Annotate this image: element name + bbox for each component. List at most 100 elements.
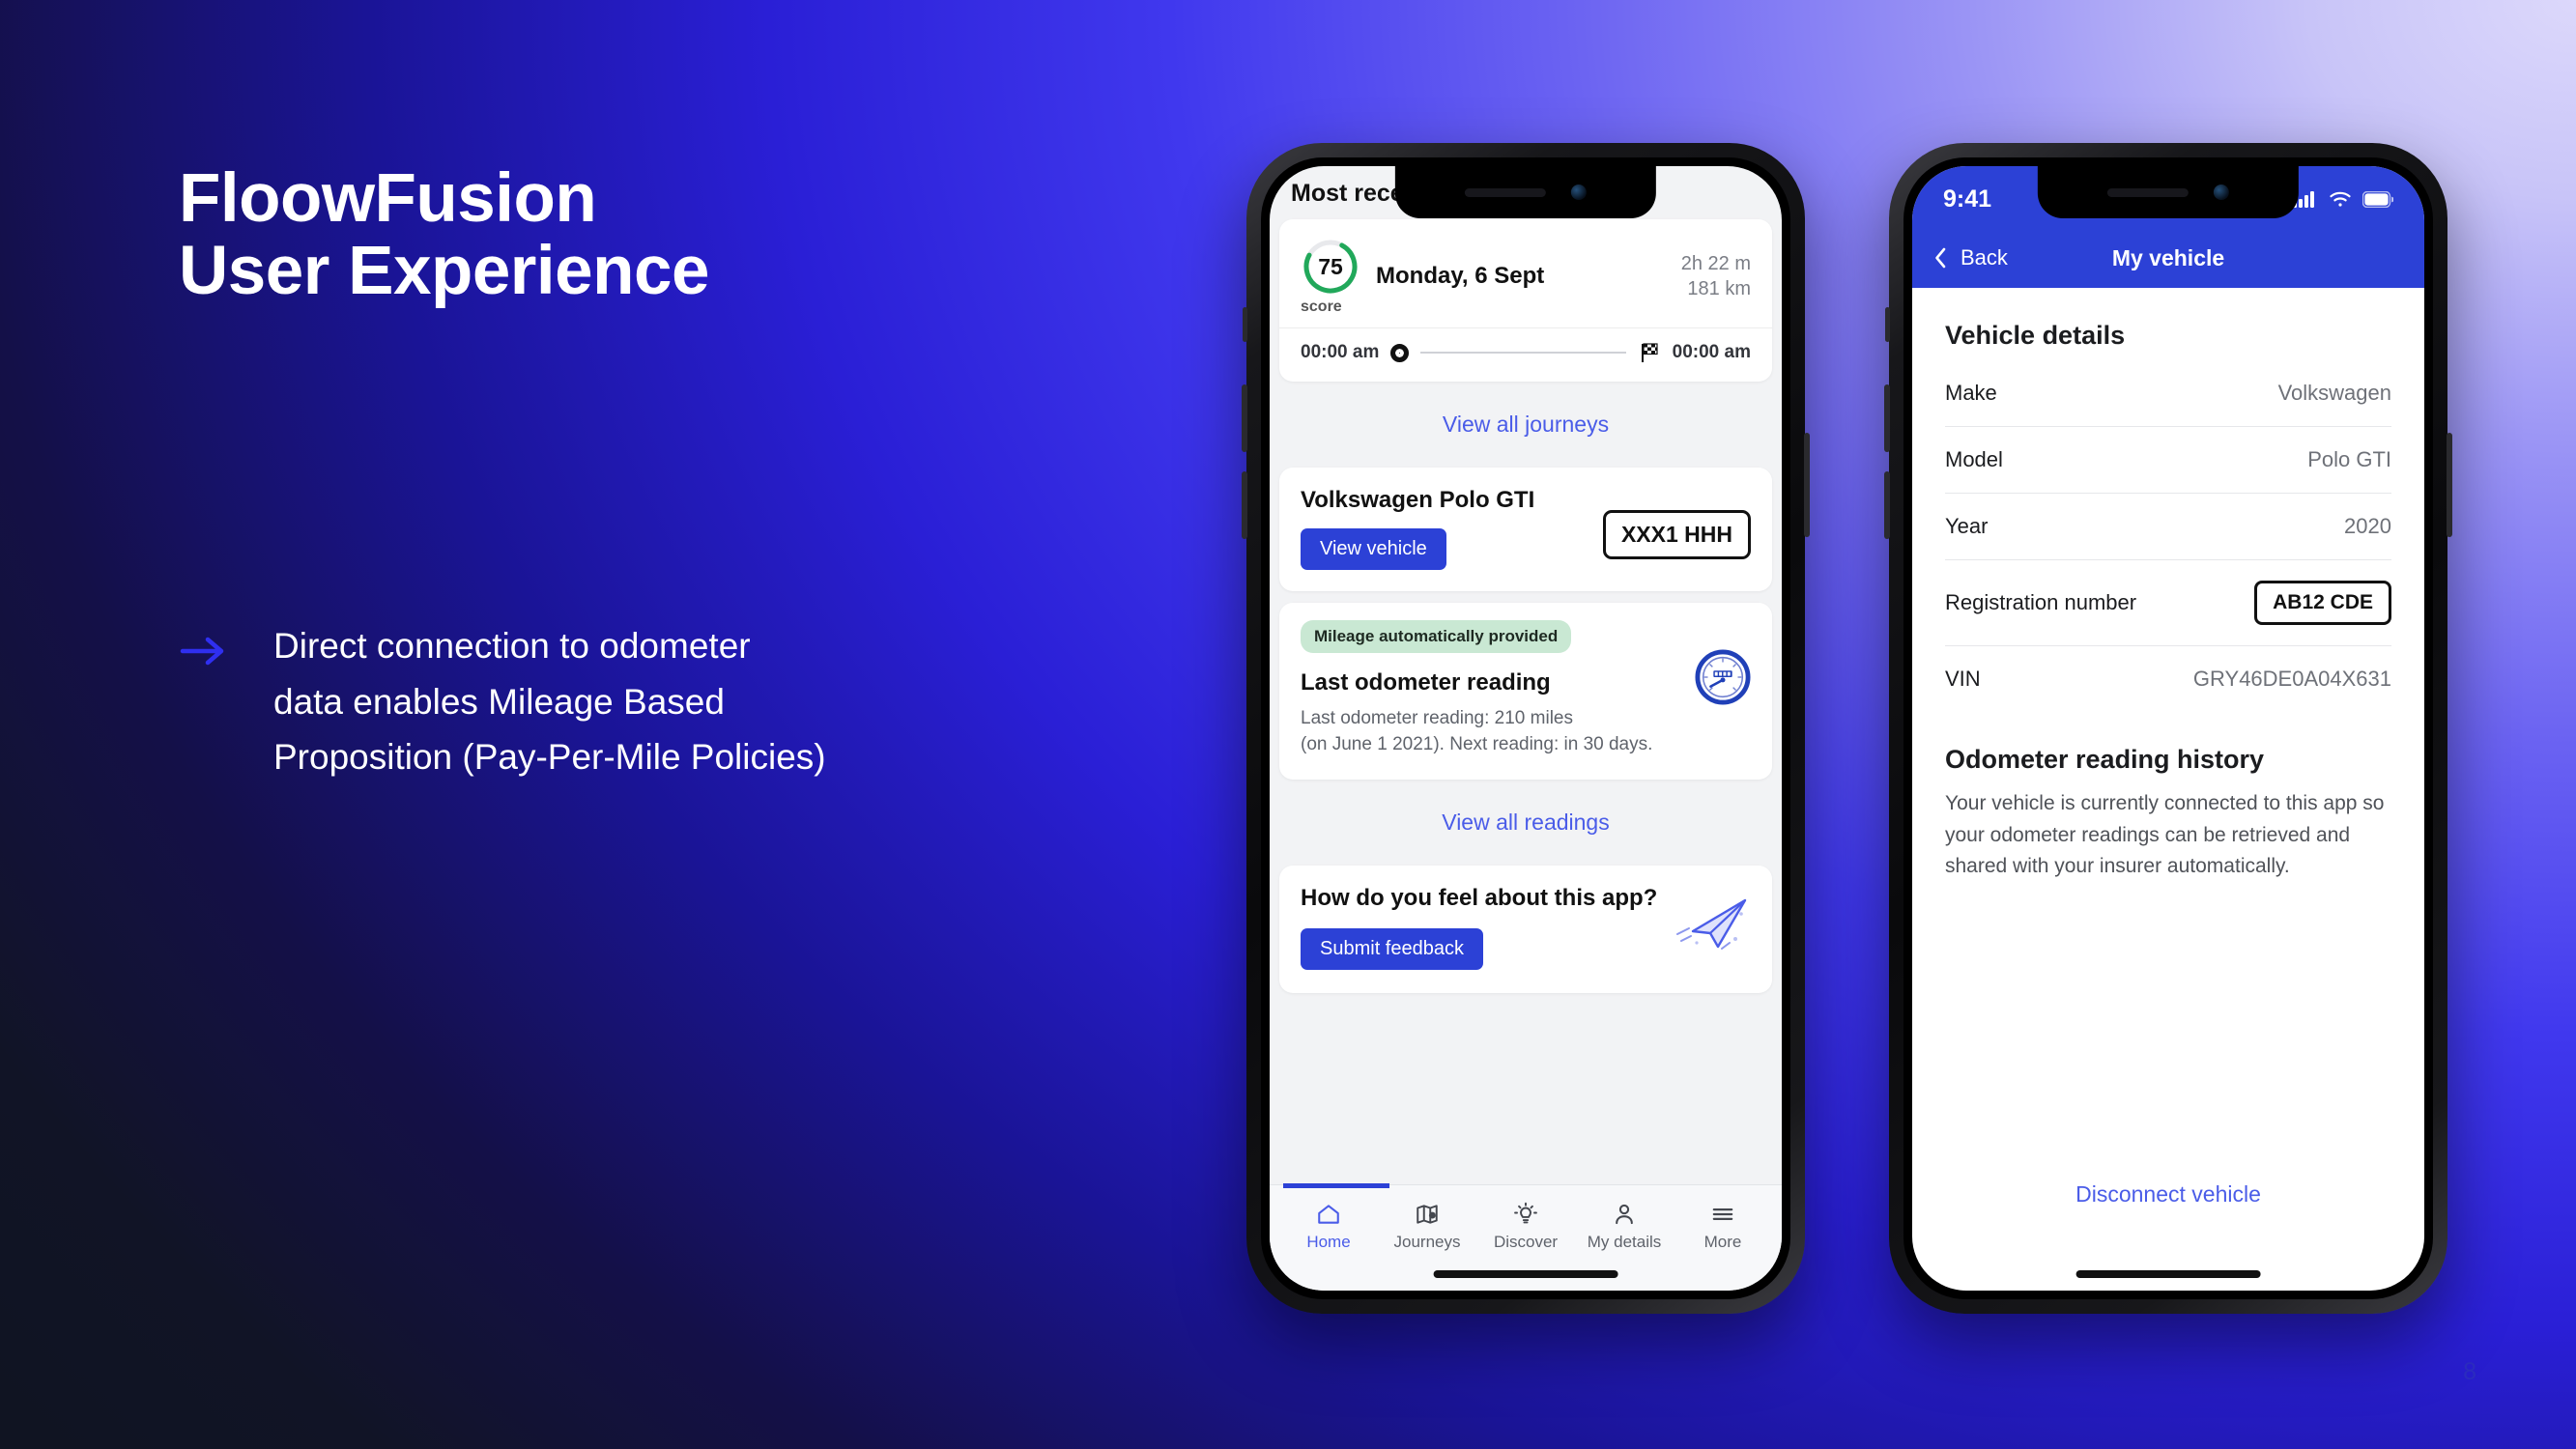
detail-row: Registration number AB12 CDE	[1945, 560, 2391, 646]
bullet-point: Direct connection to odometer data enabl…	[179, 618, 826, 785]
home-icon	[1279, 1199, 1378, 1230]
chevron-left-icon	[1935, 247, 1946, 269]
journey-distance: 181 km	[1687, 278, 1751, 299]
detail-value: Volkswagen	[2277, 381, 2391, 405]
notch	[2037, 166, 2300, 218]
tab-label-more: More	[1703, 1233, 1742, 1251]
tab-my-details[interactable]: My details	[1575, 1199, 1674, 1252]
vehicle-card: Volkswagen Polo GTI View vehicle XXX1 HH…	[1279, 468, 1772, 591]
section-title-odometer-history: Odometer reading history	[1945, 745, 2265, 774]
paper-plane-icon	[1676, 898, 1747, 950]
home-scroll-area[interactable]: Most recent journey 75 sc	[1270, 166, 1782, 1184]
status-bar-icons	[2293, 190, 2393, 208]
detail-label: Registration number	[1945, 590, 2137, 614]
battery-icon	[2362, 190, 2393, 208]
home-indicator[interactable]	[2075, 1270, 2261, 1278]
odometer-gauge-icon	[1695, 649, 1751, 705]
score-label: score	[1301, 298, 1342, 315]
earpiece-speaker	[2106, 187, 2189, 197]
view-vehicle-button[interactable]: View vehicle	[1301, 528, 1446, 570]
vehicle-details-body: Vehicle details Make Volkswagen Model Polo …	[1912, 288, 2424, 1291]
detail-value: Polo GTI	[2307, 447, 2391, 471]
front-camera-icon	[2213, 185, 2229, 200]
volume-down-button[interactable]	[1242, 471, 1247, 539]
journey-progress-line	[1420, 352, 1626, 354]
vehicle-name: Volkswagen Polo GTI	[1301, 487, 1535, 513]
wifi-icon	[2330, 191, 2351, 207]
odometer-detail: Last odometer reading: 210 miles (on Jun…	[1301, 708, 1653, 754]
tab-discover[interactable]: Discover	[1476, 1199, 1575, 1252]
vehicle-plate: XXX1 HHH	[1602, 510, 1751, 559]
mileage-badge: Mileage automatically provided	[1301, 620, 1572, 653]
section-title-vehicle-details: Vehicle details	[1945, 321, 2126, 350]
detail-label: Make	[1945, 381, 1997, 405]
home-screen: Most recent journey 75 sc	[1270, 166, 1782, 1291]
phone-mockup-vehicle: 9:41 Back My vehicle Vehicle details Mak…	[1884, 143, 2452, 1314]
journey-summary: 75 score Monday, 6 Sept 2h 22 m 181 km	[1279, 219, 1772, 327]
phone-bezel: Most recent journey 75 sc	[1261, 157, 1790, 1299]
arrow-right-icon	[180, 637, 224, 666]
view-all-journeys-link[interactable]: View all journeys	[1270, 393, 1782, 456]
volume-up-button[interactable]	[1884, 384, 1890, 452]
nav-bar: Back My vehicle	[1912, 228, 2424, 288]
page-title: FloowFusion User Experience	[179, 160, 710, 310]
tab-label-my-details: My details	[1587, 1233, 1662, 1251]
front-camera-icon	[1570, 185, 1587, 200]
status-bar-time: 9:41	[1943, 185, 1992, 213]
journey-stats: 2h 22 m 181 km	[1681, 251, 1751, 302]
my-vehicle-screen: 9:41 Back My vehicle Vehicle details Mak…	[1912, 166, 2424, 1291]
journey-start-marker-icon	[1390, 343, 1410, 362]
person-icon	[1575, 1199, 1674, 1230]
silent-switch[interactable]	[1885, 307, 1890, 342]
earpiece-speaker	[1464, 187, 1546, 197]
phone-mockup-home: Most recent journey 75 sc	[1242, 143, 1810, 1314]
vehicle-details-list: Make Volkswagen Model Polo GTI Year 2020 Regis…	[1945, 360, 2391, 712]
view-all-readings-link[interactable]: View all readings	[1270, 791, 1782, 854]
odometer-title: Last odometer reading	[1301, 669, 1551, 696]
lightbulb-icon	[1476, 1199, 1575, 1230]
power-button[interactable]	[1804, 433, 1810, 537]
submit-feedback-button[interactable]: Submit feedback	[1301, 927, 1483, 970]
map-pin-icon	[1378, 1199, 1476, 1230]
back-button[interactable]: Back	[1933, 245, 2008, 270]
detail-label: Year	[1945, 514, 1989, 538]
active-tab-indicator	[1283, 1183, 1389, 1188]
hamburger-icon	[1674, 1199, 1772, 1230]
tab-journeys[interactable]: Journeys	[1378, 1199, 1476, 1252]
tab-label-discover: Discover	[1493, 1233, 1559, 1251]
bullet-text: Direct connection to odometer data enabl…	[273, 626, 826, 778]
odometer-history-text: Your vehicle is currently connected to t…	[1945, 792, 2385, 878]
journey-start-time: 00:00 am	[1301, 342, 1380, 362]
journey-end-time: 00:00 am	[1672, 342, 1751, 362]
volume-up-button[interactable]	[1242, 384, 1247, 452]
detail-row: Model Polo GTI	[1945, 427, 2391, 494]
detail-plate: AB12 CDE	[2254, 581, 2391, 625]
detail-row: Year 2020	[1945, 494, 2391, 560]
journey-date: Monday, 6 Sept	[1376, 263, 1545, 289]
journey-timeline: 00:00 am 00:00 am	[1279, 327, 1772, 382]
phone-bezel: 9:41 Back My vehicle Vehicle details Mak…	[1903, 157, 2433, 1299]
vehicle-info: Volkswagen Polo GTI View vehicle	[1301, 487, 1603, 570]
home-indicator[interactable]	[1433, 1270, 1618, 1278]
back-label: Back	[1961, 245, 2008, 270]
notch	[1394, 166, 1657, 218]
feedback-card: How do you feel about this app? Submit f…	[1279, 865, 1772, 993]
detail-row: Make Volkswagen	[1945, 360, 2391, 427]
recent-journey-card[interactable]: 75 score Monday, 6 Sept 2h 22 m 181 km 0…	[1279, 219, 1772, 382]
journey-duration: 2h 22 m	[1680, 252, 1751, 274]
detail-label: VIN	[1945, 667, 1981, 691]
tab-label-home: Home	[1306, 1233, 1351, 1251]
volume-down-button[interactable]	[1884, 471, 1890, 539]
detail-row: VIN GRY46DE0A04X631	[1945, 646, 2391, 712]
tab-more[interactable]: More	[1674, 1199, 1772, 1252]
power-button[interactable]	[2447, 433, 2452, 537]
detail-label: Model	[1945, 447, 2003, 471]
silent-switch[interactable]	[1243, 307, 1247, 342]
page-number: 8	[2463, 1358, 2476, 1385]
detail-value: 2020	[2344, 514, 2391, 538]
score-value: 75	[1318, 253, 1343, 279]
disconnect-vehicle-link[interactable]: Disconnect vehicle	[1912, 1181, 2424, 1208]
checkered-flag-icon	[1641, 343, 1658, 362]
tab-home[interactable]: Home	[1279, 1199, 1378, 1252]
score-ring: 75	[1301, 237, 1360, 297]
